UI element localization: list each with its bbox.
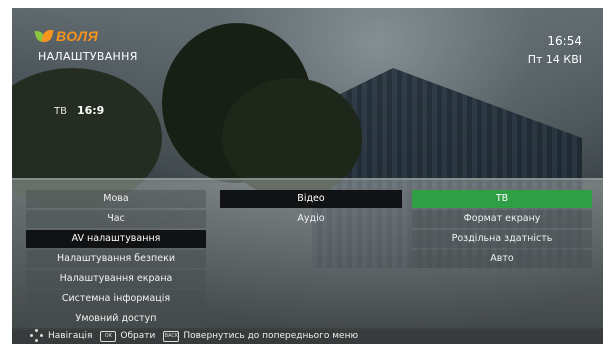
brand-logo: ВОЛЯ: [34, 28, 99, 44]
navigation-arrows-icon: [30, 329, 44, 343]
back-key-icon: BACK: [163, 330, 180, 342]
menu-item-av-settings[interactable]: AV налаштування: [26, 230, 206, 248]
tv-screen: ВОЛЯ НАЛАШТУВАННЯ 16:54 Пт 14 КВІ ТВ 16:…: [12, 8, 603, 344]
help-select: Обрати: [120, 331, 156, 341]
ok-key-icon: OK: [100, 330, 117, 342]
sub-menu: Відео Аудіо: [220, 190, 402, 228]
menu-item-language[interactable]: Мова: [26, 190, 206, 208]
menu-item-system-info[interactable]: Системна інформація: [26, 290, 206, 308]
page-title: НАЛАШТУВАННЯ: [38, 50, 138, 63]
options-menu: ТВ Формат екрану Роздільна здатність Авт…: [412, 190, 592, 268]
date: Пт 14 КВІ: [527, 53, 582, 66]
option-tv[interactable]: ТВ: [412, 190, 592, 208]
preview-value: 16:9: [76, 104, 105, 117]
settings-menu-panel: Мова Час AV налаштування Налаштування бе…: [12, 178, 603, 330]
help-bar: Навігація OK Обрати BACK Повернутись до …: [12, 328, 603, 344]
help-navigate: Навігація: [48, 331, 93, 341]
option-aspect-ratio[interactable]: Формат екрану: [412, 210, 592, 228]
current-setting-preview: ТВ 16:9: [54, 104, 104, 117]
option-resolution[interactable]: Роздільна здатність: [412, 230, 592, 248]
main-menu: Мова Час AV налаштування Налаштування бе…: [26, 190, 206, 328]
logo-text: ВОЛЯ: [56, 28, 99, 44]
option-auto[interactable]: Авто: [412, 250, 592, 268]
menu-item-time[interactable]: Час: [26, 210, 206, 228]
clock: 16:54: [547, 34, 582, 48]
menu-item-screen[interactable]: Налаштування екрана: [26, 270, 206, 288]
menu-item-security[interactable]: Налаштування безпеки: [26, 250, 206, 268]
help-back: Повернутись до попереднього меню: [183, 331, 359, 341]
preview-label: ТВ: [54, 106, 67, 117]
logo-icon: [34, 28, 54, 44]
menu-item-conditional-access[interactable]: Умовний доступ: [26, 310, 206, 328]
submenu-item-audio[interactable]: Аудіо: [220, 210, 402, 228]
submenu-item-video[interactable]: Відео: [220, 190, 402, 208]
